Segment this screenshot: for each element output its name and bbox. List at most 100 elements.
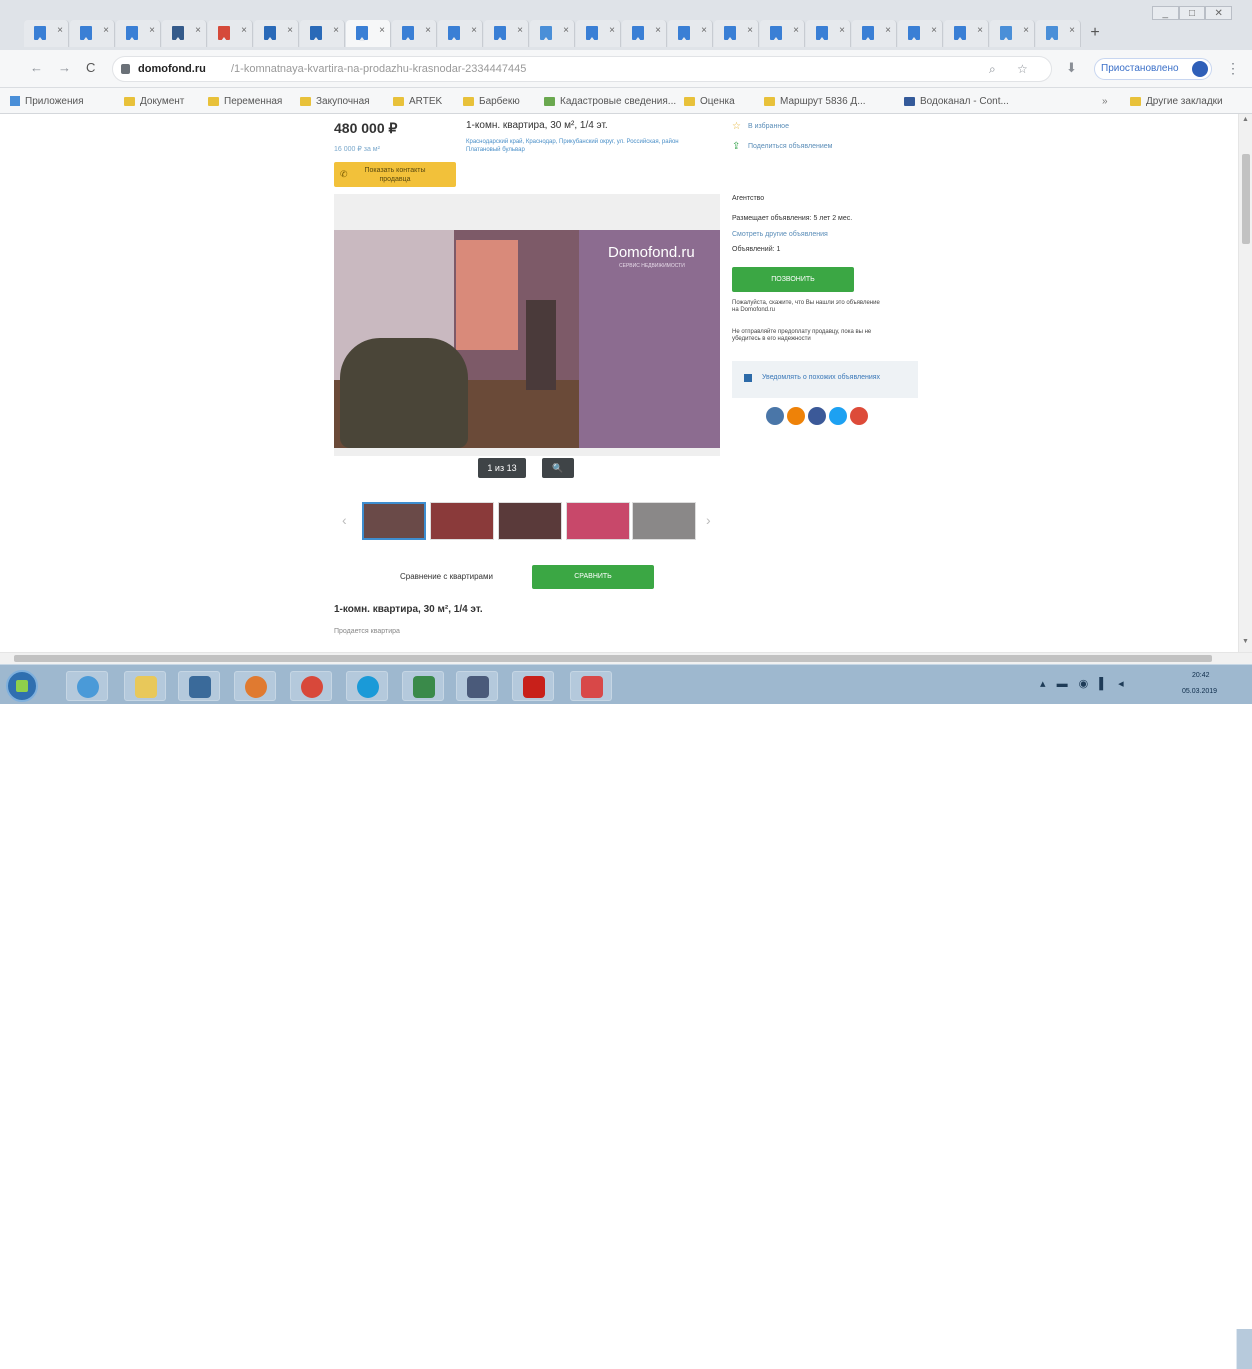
browser-tab[interactable]: × xyxy=(760,20,805,47)
compare-button[interactable]: СРАВНИТЬ xyxy=(532,565,654,589)
twitter-icon[interactable] xyxy=(829,407,847,425)
browser-tab[interactable]: × xyxy=(484,20,529,47)
browser-tab[interactable]: × xyxy=(392,20,437,47)
bookmark-folder[interactable]: Закупочная xyxy=(300,94,370,108)
ok-icon[interactable] xyxy=(787,407,805,425)
browser-tab[interactable]: × xyxy=(438,20,483,47)
profile-button[interactable]: Приостановлено xyxy=(1094,58,1212,80)
taskbar-ie[interactable] xyxy=(66,671,108,701)
taskbar-app[interactable] xyxy=(570,671,612,701)
browser-tab[interactable]: × xyxy=(806,20,851,47)
browser-tab[interactable]: × xyxy=(1036,20,1081,47)
extension-icon[interactable]: ⬇ xyxy=(1066,60,1077,76)
bookmark-link[interactable]: Водоканал - Cont... xyxy=(904,94,1009,108)
taskbar-skype[interactable] xyxy=(346,671,388,701)
taskbar-explorer[interactable] xyxy=(124,671,166,701)
close-icon[interactable]: × xyxy=(287,25,293,36)
share-listing-link[interactable]: Поделиться объявлением xyxy=(748,143,832,150)
facebook-icon[interactable] xyxy=(808,407,826,425)
tray-icons[interactable]: ▴ ▬ ◉ ▌ ◂ xyxy=(1040,677,1128,690)
taskbar-app[interactable] xyxy=(178,671,220,701)
close-icon[interactable]: × xyxy=(563,25,569,36)
minimize-button[interactable]: _ xyxy=(1152,6,1179,20)
bookmark-link[interactable]: Кадастровые сведения... xyxy=(544,94,676,108)
taskbar-word[interactable] xyxy=(456,671,498,701)
browser-tab[interactable]: × xyxy=(530,20,575,47)
vertical-scrollbar[interactable]: ▲ ▼ xyxy=(1238,114,1252,652)
taskbar-media[interactable] xyxy=(234,671,276,701)
browser-tab[interactable]: × xyxy=(24,20,69,47)
google-icon[interactable] xyxy=(850,407,868,425)
browser-tab[interactable]: × xyxy=(576,20,621,47)
browser-tab[interactable]: × xyxy=(714,20,759,47)
seller-listings-link[interactable]: Смотреть другие объявления xyxy=(732,231,828,238)
address-bar[interactable]: domofond.ru /1-komnatnaya-kvartira-na-pr… xyxy=(112,56,1052,82)
close-icon[interactable]: × xyxy=(885,25,891,36)
bookmark-folder[interactable]: Маршрут 5836 Д... xyxy=(764,94,866,108)
scroll-down-icon[interactable]: ▼ xyxy=(1242,638,1249,645)
thumbnail[interactable] xyxy=(632,502,696,540)
close-icon[interactable]: × xyxy=(379,25,385,36)
bookmark-folder[interactable]: Документ xyxy=(124,94,184,108)
close-icon[interactable]: × xyxy=(195,25,201,36)
bookmark-folder-other[interactable]: Другие закладки xyxy=(1130,94,1223,108)
zoom-icon[interactable]: 🔍 xyxy=(542,458,574,478)
forward-icon[interactable]: → xyxy=(58,60,71,75)
star-icon[interactable]: ☆ xyxy=(1017,62,1028,76)
close-icon[interactable]: × xyxy=(609,25,615,36)
menu-icon[interactable]: ⋮ xyxy=(1226,60,1240,77)
listing-photo[interactable]: Domofond.ru СЕРВИС НЕДВИЖИМОСТИ xyxy=(334,230,720,448)
share-icon[interactable]: ⇪ xyxy=(732,141,740,152)
bookmark-folder[interactable]: Барбекю xyxy=(463,94,520,108)
start-button[interactable] xyxy=(6,670,38,702)
bookmark-folder[interactable]: Оценка xyxy=(684,94,735,108)
show-desktop-button[interactable] xyxy=(1236,1329,1252,1369)
chevron-left-icon[interactable]: ‹ xyxy=(342,512,347,528)
close-icon[interactable]: × xyxy=(1023,25,1029,36)
show-contacts-button[interactable]: ✆ Показать контакты продавца xyxy=(334,162,456,187)
bookmark-apps[interactable]: Приложения xyxy=(10,94,84,108)
back-icon[interactable]: ← xyxy=(30,60,43,75)
maximize-button[interactable]: □ xyxy=(1178,6,1206,20)
close-icon[interactable]: × xyxy=(425,25,431,36)
bookmark-folder[interactable]: Переменная xyxy=(208,94,282,108)
vk-icon[interactable] xyxy=(766,407,784,425)
star-icon[interactable]: ☆ xyxy=(732,121,741,132)
taskbar-chrome[interactable] xyxy=(290,671,332,701)
close-icon[interactable]: × xyxy=(333,25,339,36)
browser-tab[interactable]: × xyxy=(254,20,299,47)
reload-icon[interactable]: C xyxy=(86,60,95,75)
checkbox[interactable] xyxy=(744,374,752,382)
browser-tab[interactable]: × xyxy=(622,20,667,47)
thumbnail[interactable] xyxy=(498,502,562,540)
add-to-favorites-link[interactable]: В избранное xyxy=(748,123,789,130)
close-icon[interactable]: × xyxy=(103,25,109,36)
search-icon[interactable]: ⌕ xyxy=(989,62,996,77)
browser-tab[interactable]: × xyxy=(852,20,897,47)
chevron-right-icon[interactable]: › xyxy=(706,512,711,528)
close-icon[interactable]: × xyxy=(839,25,845,36)
bookmark-folder[interactable]: ARTEK xyxy=(393,94,442,108)
scroll-up-icon[interactable]: ▲ xyxy=(1242,116,1249,123)
browser-tab[interactable]: × xyxy=(70,20,115,47)
close-icon[interactable]: × xyxy=(1069,25,1075,36)
scrollbar-thumb[interactable] xyxy=(1242,154,1250,244)
browser-tab[interactable]: × xyxy=(116,20,161,47)
close-icon[interactable]: × xyxy=(655,25,661,36)
browser-tab[interactable]: × xyxy=(898,20,943,47)
browser-tab[interactable]: × xyxy=(162,20,207,47)
close-icon[interactable]: × xyxy=(701,25,707,36)
close-icon[interactable]: × xyxy=(241,25,247,36)
listing-address[interactable]: Краснодарский край, Краснодар, Прикубанс… xyxy=(466,138,706,154)
thumbnail[interactable] xyxy=(362,502,426,540)
photo-counter-button[interactable]: 1 из 13 xyxy=(478,458,526,478)
close-icon[interactable]: × xyxy=(977,25,983,36)
scrollbar-thumb[interactable] xyxy=(14,655,1212,662)
browser-tab[interactable]: × xyxy=(208,20,253,47)
close-icon[interactable]: × xyxy=(793,25,799,36)
close-icon[interactable]: × xyxy=(747,25,753,36)
thumbnail[interactable] xyxy=(566,502,630,540)
browser-tab-active[interactable]: × xyxy=(346,20,391,47)
browser-tab[interactable]: × xyxy=(668,20,713,47)
thumbnail[interactable] xyxy=(430,502,494,540)
